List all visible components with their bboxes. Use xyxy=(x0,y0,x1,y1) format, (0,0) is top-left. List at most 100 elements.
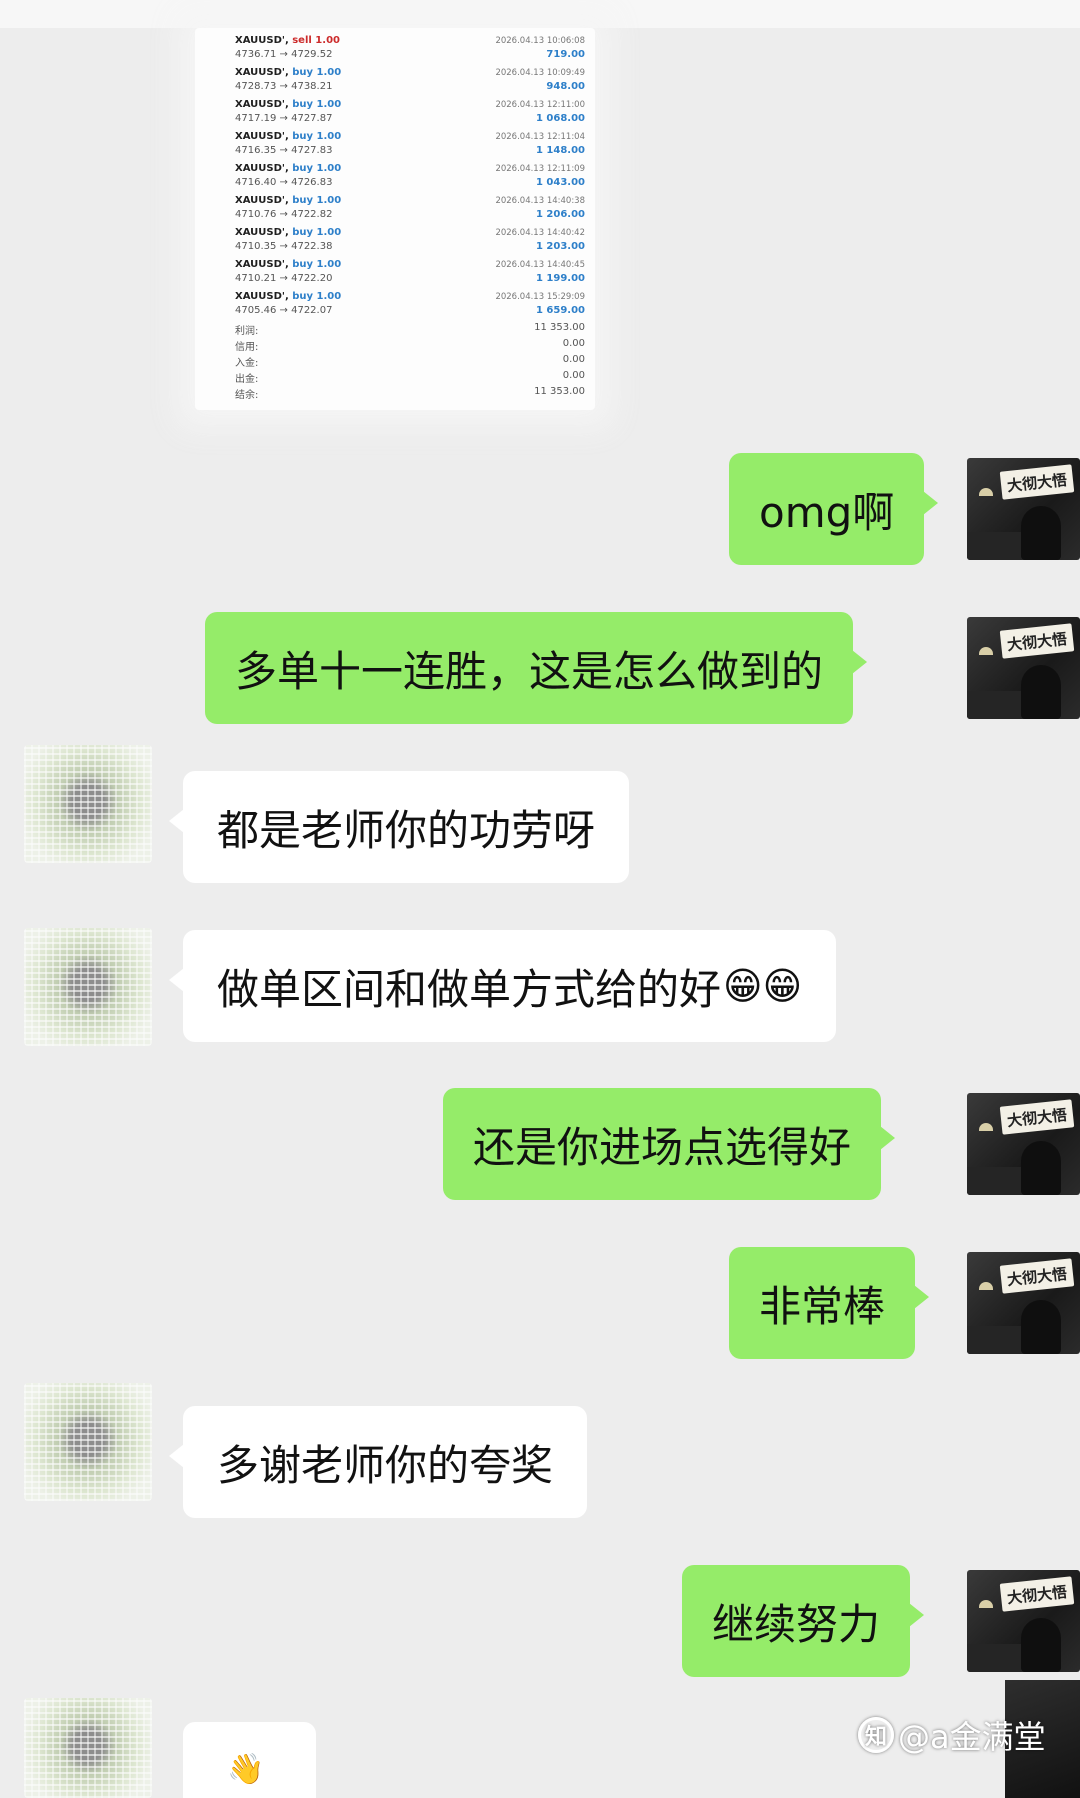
avatar-sign: 大彻大悟 xyxy=(999,464,1075,500)
trade-profit: 1 206.00 xyxy=(535,209,585,220)
trade-row: XAUUSD', buy 1.00 4710.35 → 4722.38 2026.0… xyxy=(235,224,585,256)
message-bubble-received-partial[interactable]: 👋 xyxy=(183,1722,316,1798)
my-avatar[interactable]: 大彻大悟 xyxy=(967,1093,1080,1195)
summary-row: 入金: 0.00 xyxy=(235,354,585,370)
message-text: omg啊 xyxy=(759,487,895,537)
trade-side: buy 1.00 xyxy=(292,99,342,110)
trade-row: XAUUSD', buy 1.00 4705.46 → 4722.07 2026.0… xyxy=(235,288,585,320)
message-text: 多谢老师你的夸奖 xyxy=(217,1440,554,1490)
trade-row: XAUUSD', buy 1.00 4716.35 → 4727.83 2026.0… xyxy=(235,128,585,160)
trade-time: 2026.04.13 12:11:09 xyxy=(495,164,585,174)
avatar-sign: 大彻大悟 xyxy=(999,623,1075,659)
trade-symbol: XAUUSD', buy 1.00 xyxy=(235,227,342,238)
trade-profit: 1 659.00 xyxy=(535,305,585,316)
trade-symbol: XAUUSD', buy 1.00 xyxy=(235,195,342,206)
trade-profit: 1 043.00 xyxy=(535,177,585,188)
trade-symbol: XAUUSD', buy 1.00 xyxy=(235,163,342,174)
trade-row: XAUUSD', buy 1.00 4716.40 → 4726.83 2026.0… xyxy=(235,160,585,192)
my-avatar[interactable]: 大彻大悟 xyxy=(967,617,1080,719)
trade-prices: 4716.35 → 4727.83 xyxy=(235,145,333,156)
contact-avatar[interactable] xyxy=(24,928,152,1046)
trade-side: sell 1.00 xyxy=(292,35,340,46)
desk xyxy=(967,532,1027,560)
lamp-icon xyxy=(979,1282,993,1290)
summary-row: 出金: 0.00 xyxy=(235,370,585,386)
message-bubble-sent[interactable]: 继续努力 xyxy=(682,1565,925,1677)
trade-time: 2026.04.13 15:29:09 xyxy=(495,292,585,302)
message-bubble-sent[interactable]: 非常棒 xyxy=(729,1247,930,1359)
summary-label: 入金: xyxy=(235,358,259,369)
desk xyxy=(967,1167,1027,1195)
watermark: 知 @a金满堂 xyxy=(858,1710,1046,1760)
trade-row: XAUUSD', buy 1.00 4728.73 → 4738.21 2026.0… xyxy=(235,64,585,96)
message-text: 做单区间和做单方式给的好 xyxy=(217,964,722,1014)
grin-emoji-icon: 😁😁 xyxy=(723,964,803,1008)
trade-time: 2026.04.13 10:09:49 xyxy=(495,68,585,78)
trade-time: 2026.04.13 12:11:00 xyxy=(495,100,585,110)
message-bubble-sent[interactable]: 还是你进场点选得好 xyxy=(443,1088,896,1200)
person-silhouette xyxy=(1021,665,1061,719)
trade-prices: 4728.73 → 4738.21 xyxy=(235,81,333,92)
trade-side: buy 1.00 xyxy=(292,259,342,270)
message-bubble-sent[interactable]: 多单十一连胜，这是怎么做到的 xyxy=(205,612,868,724)
trade-prices: 4736.71 → 4729.52 xyxy=(235,49,333,60)
lamp-icon xyxy=(979,647,993,655)
trade-side: buy 1.00 xyxy=(292,227,342,238)
person-silhouette xyxy=(1021,1141,1061,1195)
avatar-sign: 大彻大悟 xyxy=(999,1258,1075,1294)
my-avatar[interactable]: 大彻大悟 xyxy=(967,458,1080,560)
message-bubble-received[interactable]: 做单区间和做单方式给的好 😁😁 xyxy=(168,930,837,1042)
lamp-icon xyxy=(979,1600,993,1608)
trade-prices: 4705.46 → 4722.07 xyxy=(235,305,333,316)
trade-time: 2026.04.13 14:40:38 xyxy=(495,196,585,206)
trade-time: 2026.04.13 14:40:42 xyxy=(495,228,585,238)
trade-prices: 4710.21 → 4722.20 xyxy=(235,273,333,284)
message-bubble-received[interactable]: 都是老师你的功劳呀 xyxy=(168,771,630,883)
contact-avatar[interactable] xyxy=(24,1383,152,1501)
summary-value: 0.00 xyxy=(562,338,585,349)
trade-side: buy 1.00 xyxy=(292,195,342,206)
summary-value: 0.00 xyxy=(562,354,585,365)
trade-symbol: XAUUSD', buy 1.00 xyxy=(235,99,342,110)
trade-profit: 1 199.00 xyxy=(535,273,585,284)
message-text: 非常棒 xyxy=(759,1281,886,1331)
trade-screenshot-image[interactable]: XAUUSD', sell 1.00 4736.71 → 4729.52 2026.… xyxy=(195,28,595,410)
contact-avatar[interactable] xyxy=(24,745,152,863)
person-silhouette xyxy=(1021,1300,1061,1354)
summary-value: 11 353.00 xyxy=(534,386,585,397)
my-avatar[interactable]: 大彻大悟 xyxy=(967,1570,1080,1672)
desk xyxy=(967,691,1027,719)
trade-prices: 4710.76 → 4722.82 xyxy=(235,209,333,220)
summary-row: 利润: 11 353.00 xyxy=(235,322,585,338)
trade-row: XAUUSD', buy 1.00 4710.21 → 4722.20 2026.0… xyxy=(235,256,585,288)
trade-time: 2026.04.13 14:40:45 xyxy=(495,260,585,270)
summary-label: 结余: xyxy=(235,390,259,401)
message-text: 多单十一连胜，这是怎么做到的 xyxy=(235,646,824,696)
contact-avatar[interactable] xyxy=(24,1698,152,1798)
trade-time: 2026.04.13 10:06:08 xyxy=(495,36,585,46)
trade-prices: 4717.19 → 4727.87 xyxy=(235,113,333,124)
trade-profit: 1 203.00 xyxy=(535,241,585,252)
watermark-text: @a金满堂 xyxy=(898,1718,1046,1756)
message-bubble-sent[interactable]: omg啊 xyxy=(729,453,939,565)
lamp-icon xyxy=(979,488,993,496)
trade-symbol: XAUUSD', buy 1.00 xyxy=(235,67,342,78)
trade-profit: 1 068.00 xyxy=(535,113,585,124)
trade-side: buy 1.00 xyxy=(292,291,342,302)
summary-row: 信用: 0.00 xyxy=(235,338,585,354)
trade-symbol: XAUUSD', sell 1.00 xyxy=(235,35,340,46)
avatar-sign: 大彻大悟 xyxy=(999,1576,1075,1612)
summary-label: 出金: xyxy=(235,374,259,385)
message-text: 都是老师你的功劳呀 xyxy=(217,805,596,855)
trade-symbol: XAUUSD', buy 1.00 xyxy=(235,291,342,302)
trade-symbol: XAUUSD', buy 1.00 xyxy=(235,259,342,270)
message-text: 继续努力 xyxy=(712,1599,881,1649)
my-avatar[interactable]: 大彻大悟 xyxy=(967,1252,1080,1354)
trade-row: XAUUSD', buy 1.00 4710.76 → 4722.82 2026.0… xyxy=(235,192,585,224)
trade-time: 2026.04.13 12:11:04 xyxy=(495,132,585,142)
summary-row: 结余: 11 353.00 xyxy=(235,386,585,402)
trade-prices: 4716.40 → 4726.83 xyxy=(235,177,333,188)
summary-label: 信用: xyxy=(235,342,259,353)
trade-profit: 948.00 xyxy=(546,81,585,92)
message-bubble-received[interactable]: 多谢老师你的夸奖 xyxy=(168,1406,588,1518)
